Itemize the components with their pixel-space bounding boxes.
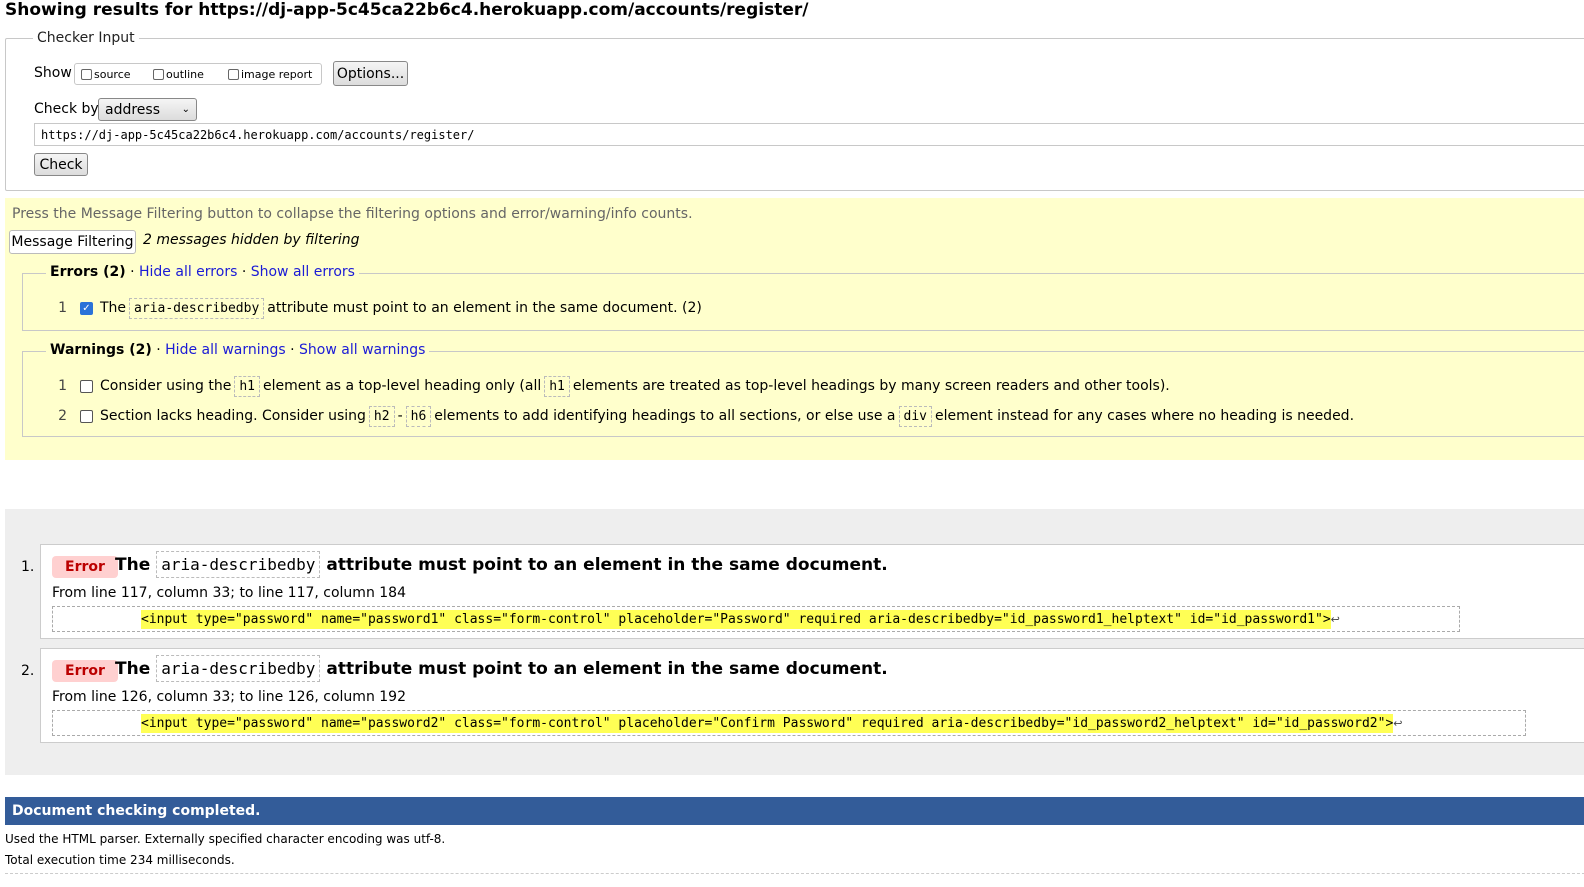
item-number: 1 [58, 378, 67, 394]
separator: · [290, 342, 295, 358]
check-by-select[interactable]: address ⌄ [98, 98, 197, 121]
warning-code: h1 [544, 375, 570, 397]
message-filtering-panel: Press the Message Filtering button to co… [5, 198, 1584, 460]
error-badge: Error [52, 556, 118, 578]
show-label: Show [34, 65, 72, 81]
checkbox-icon[interactable] [81, 69, 92, 80]
url-input[interactable]: https://dj-app-5c45ca22b6c4.herokuapp.co… [34, 123, 1584, 146]
warning-text: element instead for any cases where no h… [934, 408, 1355, 424]
result-code: aria-describedby [156, 551, 321, 578]
error-badge: Error [52, 660, 118, 682]
error-text-post: attribute must point to an element in th… [267, 300, 702, 316]
warning-filter-item: 2 Section lacks heading. Consider using … [23, 405, 1354, 427]
extract-highlight: <input type="password" name="password1" … [141, 609, 1331, 629]
error-filter-item: 1 ✓ The aria-describedby attribute must … [23, 297, 702, 319]
result-location: From line 126, column 33; to line 126, c… [52, 689, 406, 705]
warnings-filter-group: Warnings (2) · Hide all warnings · Show … [22, 342, 1584, 437]
message-filtering-button[interactable]: Message Filtering [9, 230, 136, 254]
warning-filter-item: 1 Consider using the h1 element as a top… [23, 375, 1170, 397]
page-title: Showing results for https://dj-app-5c45c… [5, 0, 809, 20]
separator: · [130, 264, 135, 280]
options-button[interactable]: Options... [333, 61, 408, 86]
show-options-group: source outline image report [74, 63, 322, 85]
results-list: 1. Error The aria-describedby attribute … [5, 509, 1584, 775]
check-button[interactable]: Check [34, 153, 88, 176]
warning-code: h1 [234, 375, 261, 397]
show-source-checkbox[interactable]: source [81, 68, 131, 81]
result-text-post: attribute must point to an element in th… [326, 658, 888, 679]
result-message: The aria-describedby attribute must poin… [115, 551, 888, 578]
hidden-messages-note: 2 messages hidden by filtering [143, 232, 360, 248]
show-all-warnings-link[interactable]: Show all warnings [299, 342, 425, 358]
dash: - [397, 408, 403, 424]
result-extract: <input type="password" name="password2" … [52, 710, 1526, 736]
hide-all-errors-link[interactable]: Hide all errors [139, 264, 237, 280]
warning-text: elements to add identifying headings to … [434, 408, 896, 424]
errors-filter-group: Errors (2) · Hide all errors · Show all … [22, 264, 1584, 331]
execution-time-note: Total execution time 234 milliseconds. [5, 853, 235, 867]
footer-divider [5, 873, 1584, 874]
checkbox-icon[interactable] [228, 69, 239, 80]
show-source-label: source [94, 68, 131, 81]
warning-text: Section lacks heading. Consider using [100, 408, 366, 424]
show-outline-label: outline [166, 68, 204, 81]
warning-code: div [898, 405, 932, 427]
error-text-pre: The [100, 300, 127, 316]
error-code: aria-describedby [129, 297, 265, 319]
show-outline-checkbox[interactable]: outline [153, 68, 204, 81]
result-text-pre: The [115, 554, 151, 575]
warning-text: element as a top-level heading only (all [263, 378, 542, 394]
errors-legend: Errors (2) · Hide all errors · Show all … [46, 264, 359, 280]
result-message: The aria-describedby attribute must poin… [115, 655, 888, 682]
warning-text: elements are treated as top-level headin… [572, 378, 1170, 394]
result-number: 2. [21, 663, 35, 679]
checkbox-icon[interactable] [80, 409, 93, 423]
checker-input-panel: Checker Input Show source outline image … [5, 30, 1584, 191]
checkbox-icon[interactable] [153, 69, 164, 80]
return-icon: ↩ [1330, 612, 1340, 626]
checker-input-legend: Checker Input [33, 30, 139, 46]
warnings-legend: Warnings (2) · Hide all warnings · Show … [46, 342, 430, 358]
extract-highlight: <input type="password" name="password2" … [141, 713, 1394, 733]
result-item: Error The aria-describedby attribute mus… [40, 648, 1584, 743]
checkbox-icon[interactable] [80, 379, 93, 393]
separator: · [241, 264, 247, 280]
result-number: 1. [21, 559, 35, 575]
item-number: 2 [58, 408, 67, 424]
checkmark-icon[interactable]: ✓ [80, 301, 93, 315]
warning-code: h6 [405, 405, 432, 427]
check-by-label: Check by [34, 101, 99, 117]
item-number: 1 [58, 300, 67, 316]
check-by-value: address [105, 101, 161, 118]
show-all-errors-link[interactable]: Show all errors [251, 264, 355, 280]
result-location: From line 117, column 33; to line 117, c… [52, 585, 406, 601]
errors-count-title: Errors (2) [50, 264, 126, 280]
separator: · [156, 342, 161, 358]
result-text-post: attribute must point to an element in th… [326, 554, 888, 575]
parser-note: Used the HTML parser. Externally specifi… [5, 832, 446, 846]
result-item: Error The aria-describedby attribute mus… [40, 544, 1584, 639]
warning-code: h2 [368, 405, 395, 427]
show-image-report-checkbox[interactable]: image report [228, 68, 312, 81]
completion-banner: Document checking completed. [5, 797, 1584, 825]
result-text-pre: The [115, 658, 151, 679]
warning-text: Consider using the [100, 378, 232, 394]
return-icon: ↩ [1393, 716, 1403, 730]
result-code: aria-describedby [156, 655, 321, 682]
result-extract: <input type="password" name="password1" … [52, 606, 1460, 632]
filtering-hint: Press the Message Filtering button to co… [12, 206, 693, 222]
warnings-count-title: Warnings (2) [50, 342, 152, 358]
show-image-report-label: image report [241, 68, 313, 81]
chevron-down-icon: ⌄ [181, 104, 190, 115]
hide-all-warnings-link[interactable]: Hide all warnings [165, 342, 286, 358]
